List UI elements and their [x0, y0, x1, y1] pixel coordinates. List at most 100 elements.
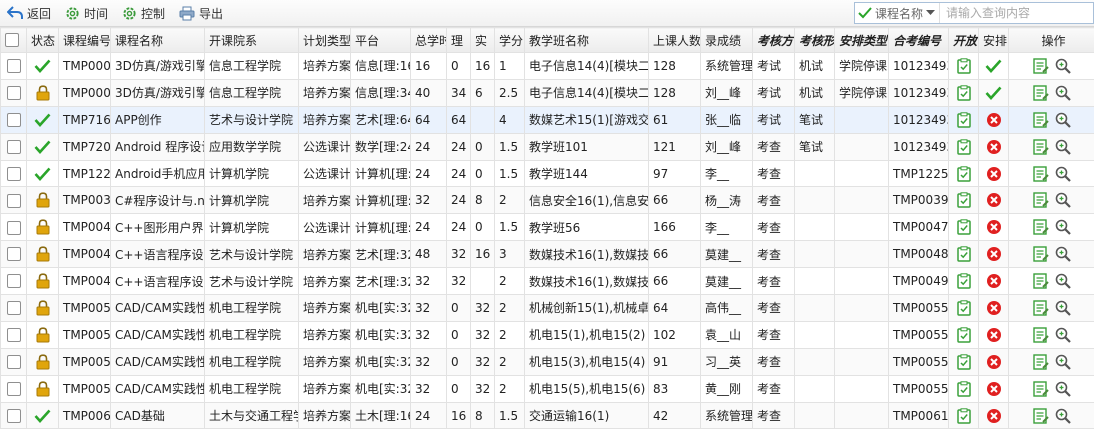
table-row[interactable]: TMP0055CAD/CAM实践性机电工程学院培养方案机电[实:32320322… — [1, 375, 1094, 402]
search-icon[interactable] — [1055, 273, 1071, 289]
clipboard-check-icon[interactable] — [957, 139, 971, 155]
search-field-select[interactable]: 课程名称 — [855, 3, 940, 23]
column-header[interactable]: 状态 — [27, 28, 59, 53]
column-header[interactable]: 教学班名称 — [525, 28, 649, 53]
column-header[interactable]: 课程编号 — [59, 28, 111, 53]
close-circle-icon[interactable] — [986, 300, 1002, 316]
table-row[interactable]: TMP0055CAD/CAM实践性机电工程学院培养方案机电[实:32320322… — [1, 295, 1094, 322]
schedule-cell[interactable] — [979, 187, 1009, 214]
row-checkbox-cell[interactable] — [1, 268, 27, 295]
column-header[interactable]: 理 — [447, 28, 471, 53]
back-button[interactable]: 返回 — [0, 1, 58, 25]
column-header[interactable]: 开课院系 — [205, 28, 299, 53]
clipboard-check-icon[interactable] — [957, 246, 971, 262]
table-row[interactable]: TMP0055CAD/CAM实践性机电工程学院培养方案机电[实:32320322… — [1, 321, 1094, 348]
row-checkbox[interactable] — [7, 194, 21, 208]
column-header[interactable]: 计划类型 — [299, 28, 351, 53]
row-checkbox-cell[interactable] — [1, 348, 27, 375]
search-input[interactable] — [940, 4, 1093, 22]
clipboard-check-icon[interactable] — [957, 354, 971, 370]
row-checkbox-cell[interactable] — [1, 375, 27, 402]
column-header[interactable]: 考核方 — [753, 28, 795, 53]
search-icon[interactable] — [1055, 192, 1071, 208]
table-row[interactable]: TMP0047C++图形用户界面计算机学院公选课计计算机[理:24242401.… — [1, 214, 1094, 241]
schedule-cell[interactable] — [979, 268, 1009, 295]
schedule-cell[interactable] — [979, 79, 1009, 106]
edit-list-icon[interactable] — [1033, 300, 1049, 316]
table-row[interactable]: TMP0039C#程序设计与.net计算机学院培养方案计算机[理:3232248… — [1, 187, 1094, 214]
search-icon[interactable] — [1055, 166, 1071, 182]
search-icon[interactable] — [1055, 219, 1071, 235]
row-checkbox-cell[interactable] — [1, 133, 27, 160]
row-checkbox-cell[interactable] — [1, 295, 27, 322]
schedule-cell[interactable] — [979, 375, 1009, 402]
schedule-cell[interactable] — [979, 214, 1009, 241]
row-checkbox[interactable] — [7, 301, 21, 315]
schedule-cell[interactable] — [979, 160, 1009, 187]
column-header[interactable]: 实 — [471, 28, 495, 53]
search-icon[interactable] — [1055, 327, 1071, 343]
row-checkbox-cell[interactable] — [1, 214, 27, 241]
row-checkbox[interactable] — [7, 59, 21, 73]
column-header[interactable]: 平台 — [351, 28, 411, 53]
clipboard-check-icon[interactable] — [957, 300, 971, 316]
close-circle-icon[interactable] — [986, 246, 1002, 262]
row-checkbox[interactable] — [7, 274, 21, 288]
row-checkbox-cell[interactable] — [1, 241, 27, 268]
schedule-cell[interactable] — [979, 348, 1009, 375]
edit-list-icon[interactable] — [1033, 408, 1049, 424]
edit-list-icon[interactable] — [1033, 381, 1049, 397]
open-cell[interactable] — [949, 133, 979, 160]
row-checkbox-cell[interactable] — [1, 79, 27, 106]
close-circle-icon[interactable] — [986, 327, 1002, 343]
search-icon[interactable] — [1055, 246, 1071, 262]
clipboard-check-icon[interactable] — [957, 408, 971, 424]
column-header[interactable]: 录成绩 — [701, 28, 753, 53]
row-checkbox-cell[interactable] — [1, 402, 27, 429]
row-checkbox[interactable] — [7, 328, 21, 342]
select-all-header[interactable] — [1, 28, 27, 53]
clipboard-check-icon[interactable] — [957, 85, 971, 101]
search-icon[interactable] — [1055, 112, 1071, 128]
edit-list-icon[interactable] — [1033, 219, 1049, 235]
row-checkbox[interactable] — [7, 355, 21, 369]
row-checkbox[interactable] — [7, 113, 21, 127]
table-row[interactable]: TMP0048C++语言程序设计艺术与设计学院培养方案艺术[理:32483216… — [1, 241, 1094, 268]
open-cell[interactable] — [949, 160, 979, 187]
close-circle-icon[interactable] — [986, 112, 1002, 128]
close-circle-icon[interactable] — [986, 166, 1002, 182]
column-header[interactable]: 学分 — [495, 28, 525, 53]
search-icon[interactable] — [1055, 300, 1071, 316]
schedule-cell[interactable] — [979, 106, 1009, 133]
edit-list-icon[interactable] — [1033, 58, 1049, 74]
close-circle-icon[interactable] — [986, 139, 1002, 155]
open-cell[interactable] — [949, 241, 979, 268]
edit-list-icon[interactable] — [1033, 354, 1049, 370]
search-icon[interactable] — [1055, 58, 1071, 74]
schedule-cell[interactable] — [979, 402, 1009, 429]
row-checkbox[interactable] — [7, 86, 21, 100]
table-row[interactable]: TMP0049C++语言程序设计艺术与设计学院培养方案艺术[理:3232322数… — [1, 268, 1094, 295]
edit-list-icon[interactable] — [1033, 166, 1049, 182]
open-cell[interactable] — [949, 375, 979, 402]
open-cell[interactable] — [949, 268, 979, 295]
search-icon[interactable] — [1055, 139, 1071, 155]
table-row[interactable]: TMP0055CAD/CAM实践性机电工程学院培养方案机电[实:32320322… — [1, 348, 1094, 375]
open-cell[interactable] — [949, 106, 979, 133]
edit-list-icon[interactable] — [1033, 139, 1049, 155]
table-row[interactable]: TMP00003D仿真/游戏引擎信息工程学院培养方案信息[理:16160161电… — [1, 53, 1094, 80]
schedule-cell[interactable] — [979, 241, 1009, 268]
column-header[interactable]: 操作 — [1009, 28, 1094, 53]
row-checkbox[interactable] — [7, 140, 21, 154]
clipboard-check-icon[interactable] — [957, 327, 971, 343]
column-header[interactable]: 安排 — [979, 28, 1009, 53]
export-button[interactable]: 导出 — [172, 1, 230, 25]
open-cell[interactable] — [949, 348, 979, 375]
edit-list-icon[interactable] — [1033, 112, 1049, 128]
open-cell[interactable] — [949, 402, 979, 429]
search-icon[interactable] — [1055, 408, 1071, 424]
row-checkbox-cell[interactable] — [1, 187, 27, 214]
close-circle-icon[interactable] — [986, 219, 1002, 235]
clipboard-check-icon[interactable] — [957, 112, 971, 128]
column-header[interactable]: 开放 — [949, 28, 979, 53]
